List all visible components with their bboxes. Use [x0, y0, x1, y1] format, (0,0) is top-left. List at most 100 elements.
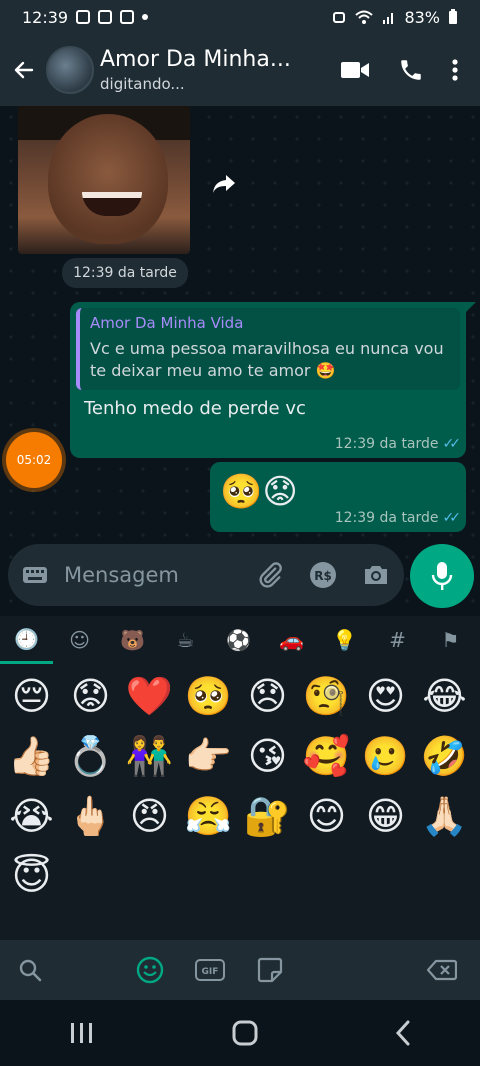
read-receipt-icon: ✓✓ [442, 510, 462, 526]
attach-icon[interactable] [256, 561, 284, 589]
back-button[interactable] [2, 34, 46, 106]
status-bar: 12:39 83% [0, 0, 480, 34]
payment-icon[interactable]: R$ [308, 560, 338, 590]
battery-icon [449, 9, 457, 24]
emoji-tab-icon [136, 956, 164, 984]
message-time: 12:39 da tarde [334, 436, 439, 452]
emoji-key[interactable]: 😘 [238, 726, 297, 786]
emoji-key[interactable]: 😟 [61, 666, 120, 726]
emoji-key[interactable]: 🙏🏻 [415, 786, 474, 846]
backspace-button[interactable] [412, 959, 472, 981]
gif-icon: GIF [195, 959, 225, 981]
home-icon[interactable] [232, 1020, 258, 1046]
emoji-key[interactable]: 😍 [356, 666, 415, 726]
forward-button[interactable] [210, 170, 238, 198]
category-travel-icon[interactable]: 🚗 [265, 616, 318, 664]
svg-text:R$: R$ [314, 569, 332, 583]
emoji-message-text: 🥺😟 [220, 472, 298, 512]
search-icon [19, 959, 42, 982]
contact-info[interactable]: Amor Da Minha... digitando... [100, 47, 300, 93]
category-activity-icon[interactable]: ⚽ [212, 616, 265, 664]
system-navigation-bar [0, 1000, 480, 1066]
emoji-key[interactable]: 🥰 [297, 726, 356, 786]
outgoing-reply-message[interactable]: Amor Da Minha Vida Vc e uma pessoa marav… [70, 302, 476, 458]
emoji-key[interactable]: 😠 [120, 786, 179, 846]
emoji-key[interactable]: 😔 [2, 666, 61, 726]
keyboard-icon[interactable] [22, 565, 48, 585]
category-objects-icon[interactable]: 💡 [318, 616, 371, 664]
camera-icon[interactable] [362, 563, 390, 587]
quoted-text: Vc e uma pessoa maravilhosa eu nunca vou… [90, 339, 444, 380]
phone-call-icon[interactable] [398, 57, 424, 83]
typing-status: digitando... [100, 75, 185, 93]
emoji-key[interactable]: 🥲 [356, 726, 415, 786]
emoji-key[interactable]: 😊 [297, 786, 356, 846]
emoji-key[interactable]: 🔐 [238, 786, 297, 846]
emoji-key[interactable]: 🧐 [297, 666, 356, 726]
wifi-icon [355, 10, 374, 24]
emoji-key[interactable]: 😇 [2, 846, 61, 906]
instagram-icon [76, 10, 91, 24]
chat-header: Amor Da Minha... digitando... [0, 34, 480, 106]
category-flags-icon[interactable]: ⚑ [424, 616, 477, 664]
emoji-key[interactable]: 👫 [120, 726, 179, 786]
read-receipt-icon: ✓✓ [442, 436, 462, 452]
emoji-key[interactable]: 🖕🏻 [61, 786, 120, 846]
recent-apps-icon[interactable] [69, 1022, 95, 1044]
video-call-icon[interactable] [340, 60, 370, 80]
image-timestamp: 12:39 da tarde [62, 258, 188, 288]
emoji-key[interactable]: 😞 [238, 666, 297, 726]
quoted-message[interactable]: Amor Da Minha Vida Vc e uma pessoa marav… [76, 308, 460, 390]
backspace-icon [427, 959, 457, 981]
outgoing-emoji-message[interactable]: 🥺😟 12:39 da tarde ✓✓ [210, 462, 466, 532]
sticker-tab-button[interactable] [240, 957, 300, 983]
emoji-key[interactable]: 😂 [415, 666, 474, 726]
category-smileys-icon[interactable]: ☺ [53, 616, 106, 664]
composer: Mensagem R$ [0, 538, 480, 616]
app-icon [120, 10, 135, 24]
emoji-grid: 😔 😟 ❤️ 🥺 😞 🧐 😍 😂 👍🏻 💍 👫 👉🏻 😘 🥰 🥲 🤣 😭 🖕🏻 … [0, 666, 480, 906]
message-meta: 12:39 da tarde ✓✓ [334, 436, 462, 452]
forward-icon [213, 175, 235, 193]
emoji-search-button[interactable] [0, 958, 60, 982]
arrow-left-icon [14, 61, 34, 79]
voice-record-button[interactable] [410, 544, 474, 608]
quoted-sender: Amor Da Minha Vida [90, 314, 244, 332]
contact-avatar[interactable] [46, 46, 94, 94]
message-input[interactable]: Mensagem R$ [8, 544, 404, 606]
message-time: 12:39 da tarde [334, 510, 439, 526]
notification-dot-icon [142, 14, 149, 20]
emoji-key[interactable]: ❤️ [120, 666, 179, 726]
category-animals-icon[interactable]: 🐻 [106, 616, 159, 664]
emoji-category-bar: 🕘 ☺ 🐻 ☕ ⚽ 🚗 💡 # ⚑ [0, 616, 480, 664]
signal-icon [383, 13, 394, 24]
nav-back-icon[interactable] [395, 1020, 411, 1046]
image-message[interactable] [18, 106, 190, 254]
alarm-icon [333, 12, 346, 23]
category-recent-icon[interactable]: 🕘 [0, 616, 53, 664]
more-options-icon[interactable] [452, 58, 458, 82]
emoji-key[interactable]: 😤 [179, 786, 238, 846]
emoji-key[interactable]: 💍 [61, 726, 120, 786]
gif-tab-button[interactable]: GIF [180, 959, 240, 981]
emoji-key[interactable]: 👉🏻 [179, 726, 238, 786]
emoji-key[interactable]: 🥺 [179, 666, 238, 726]
facebook-icon [98, 10, 113, 24]
category-food-icon[interactable]: ☕ [159, 616, 212, 664]
battery-percent: 83% [404, 7, 440, 27]
emoji-key[interactable]: 😁 [356, 786, 415, 846]
emoji-key[interactable]: 🤣 [415, 726, 474, 786]
status-time: 12:39 [22, 7, 69, 27]
keyboard-bottom-bar: GIF [0, 940, 480, 1000]
emoji-key[interactable]: 😭 [2, 786, 61, 846]
floating-timer-bubble[interactable]: 05:02 [6, 432, 62, 488]
message-placeholder: Mensagem [64, 563, 179, 587]
emoji-tab-button[interactable] [120, 956, 180, 984]
contact-name: Amor Da Minha... [100, 47, 291, 72]
svg-text:GIF: GIF [202, 967, 219, 977]
emoji-key[interactable]: 👍🏻 [2, 726, 61, 786]
message-text: Tenho medo de perde vc [84, 398, 306, 419]
category-symbols-icon[interactable]: # [371, 616, 424, 664]
emoji-keyboard: 🕘 ☺ 🐻 ☕ ⚽ 🚗 💡 # ⚑ 😔 😟 ❤️ 🥺 😞 🧐 😍 😂 👍🏻 💍 … [0, 616, 480, 1000]
sticker-icon [257, 957, 283, 983]
